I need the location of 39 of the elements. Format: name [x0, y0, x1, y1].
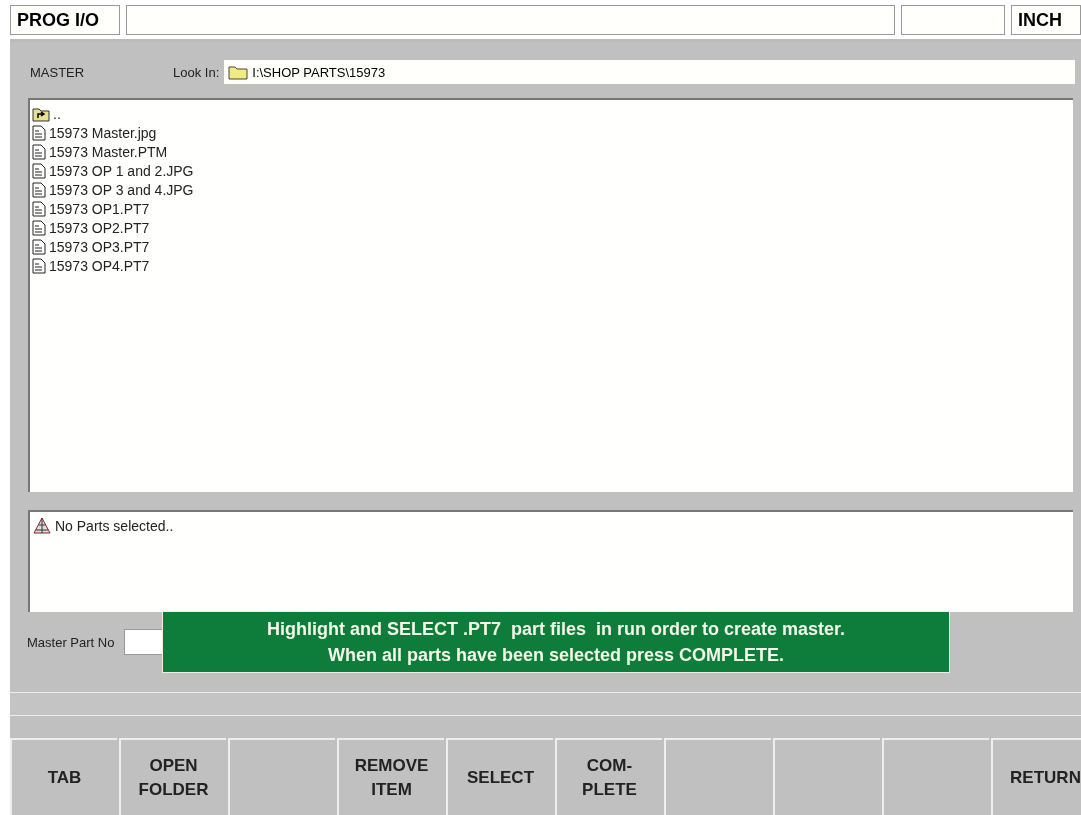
unit-label: INCH [1011, 5, 1081, 35]
file-item[interactable]: 15973 Master.jpg [32, 123, 157, 142]
file-icon [32, 162, 46, 179]
file-icon [32, 257, 46, 274]
master-part-field[interactable] [124, 629, 165, 655]
file-item[interactable]: 15973 Master.PTM [32, 142, 168, 161]
file-icon [32, 200, 46, 217]
file-item[interactable]: 15973 OP4.PT7 [32, 256, 150, 275]
parent-folder-item[interactable]: .. [32, 104, 61, 123]
file-item[interactable]: 15973 OP3.PT7 [32, 237, 150, 256]
file-item[interactable]: 15973 OP 3 and 4.JPG [32, 180, 194, 199]
file-icon [32, 143, 46, 160]
parent-folder-icon[interactable] [32, 105, 50, 122]
blank-softkey[interactable] [773, 738, 880, 815]
softkey-button[interactable]: COM- PLETE [555, 738, 662, 815]
file-icon [32, 124, 46, 141]
parts-message: No Parts selected.. [32, 516, 174, 535]
blank-softkey[interactable] [228, 738, 335, 815]
softkey-button[interactable]: REMOVE ITEM [337, 738, 444, 815]
softkey-button[interactable]: RETURN [991, 738, 1081, 815]
softkey-button[interactable]: OPEN FOLDER [119, 738, 226, 815]
parts-icon [32, 516, 52, 535]
file-item[interactable]: 15973 OP1.PT7 [32, 199, 150, 218]
screen-title: PROG I/O [10, 5, 120, 35]
folder-icon [228, 64, 249, 80]
blank-softkey[interactable] [882, 738, 989, 815]
look-in-field[interactable]: I:\SHOP PARTS\15973 [224, 60, 1075, 84]
instruction-popup: Highlight and SELECT .PT7 part files in run order to create master. When all parts have been selected press COMPLETE. [162, 611, 950, 673]
softkey-button[interactable]: SELECT [446, 738, 553, 815]
look-in-label: Look In: [173, 64, 220, 80]
master-part-label: Master Part No [27, 634, 115, 650]
mode-label: MASTER [30, 64, 86, 80]
softkey-button[interactable]: TAB [10, 738, 117, 815]
file-icon [32, 238, 46, 255]
file-item[interactable]: 15973 OP 1 and 2.JPG [32, 161, 194, 180]
file-icon [32, 181, 46, 198]
blank-softkey[interactable] [664, 738, 771, 815]
file-icon [32, 219, 46, 236]
file-item[interactable]: 15973 OP2.PT7 [32, 218, 150, 237]
